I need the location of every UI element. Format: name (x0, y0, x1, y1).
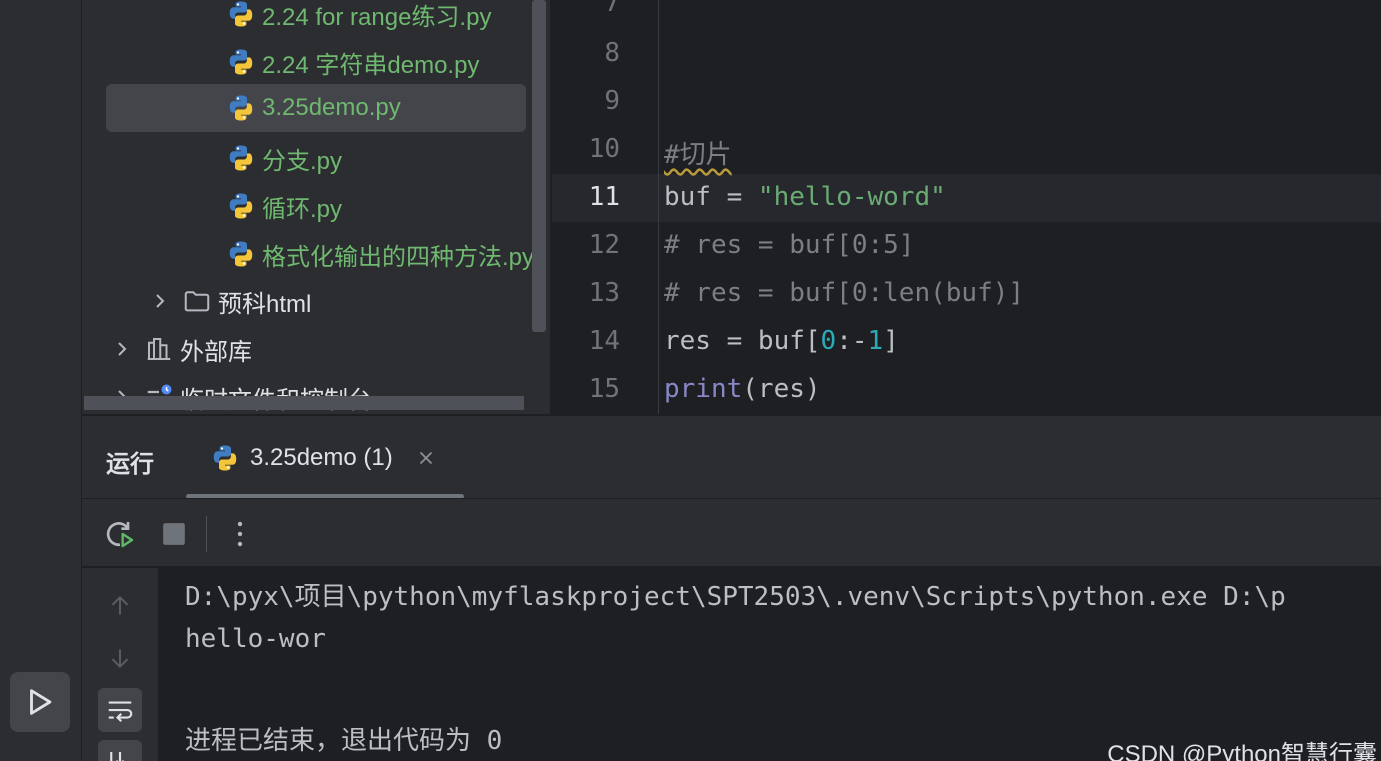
console-exit-line: 进程已结束，退出代码为 0 (185, 726, 503, 756)
code-comment: #切片 (664, 140, 732, 170)
soft-wrap-button[interactable] (98, 688, 142, 732)
python-file-icon (229, 1, 253, 27)
console-side-toolbar (82, 568, 158, 761)
rerun-button[interactable] (100, 514, 140, 554)
scroll-to-end-button[interactable] (98, 740, 142, 761)
code-line-12[interactable]: # res = buf[0:5] (664, 230, 914, 260)
python-file-icon (229, 95, 253, 121)
down-arrow-icon (111, 649, 129, 669)
tree-vertical-scrollbar[interactable] (532, 0, 546, 332)
console-output-line: hello-wor (185, 624, 326, 654)
tree-folder-prep-html[interactable]: 预科html (148, 279, 311, 323)
library-icon (147, 338, 171, 360)
python-file-icon (229, 145, 253, 171)
line-number: 15 (588, 374, 620, 404)
chevron-right-icon[interactable] (148, 289, 172, 313)
run-icon (30, 689, 52, 715)
tree-file-branch[interactable]: 分支.py (226, 136, 342, 180)
stop-icon (163, 523, 185, 545)
code-token: buf = (664, 182, 758, 212)
project-tree: 2.24 for range练习.py 2.24 字符串demo.py 3.25… (82, 0, 550, 414)
python-file-icon (229, 193, 253, 219)
line-number: 9 (604, 86, 620, 116)
line-number: 12 (588, 230, 620, 260)
up-arrow-icon (111, 595, 129, 615)
scroll-down-button[interactable] (98, 636, 142, 680)
tree-file-label: 格式化输出的四种方法.py (262, 243, 535, 271)
line-number: 10 (588, 134, 620, 164)
run-tab[interactable]: 3.25demo (1) (210, 440, 437, 476)
code-token: res = buf[ (664, 326, 821, 356)
line-number: 7 (604, 0, 620, 18)
gutter-separator (658, 0, 659, 414)
stop-button[interactable] (154, 514, 194, 554)
code-line-10[interactable]: #切片 (664, 134, 732, 171)
python-file-icon (213, 445, 237, 471)
line-number: 14 (588, 326, 620, 356)
line-number-current: 11 (588, 182, 620, 212)
python-file-icon (229, 241, 253, 267)
code-editor[interactable]: 7 8 9 10 11 12 13 14 15 #切片 buf = "hello… (550, 0, 1381, 414)
chevron-right-icon[interactable] (110, 337, 134, 361)
tree-file-format-output[interactable]: 格式化输出的四种方法.py (226, 232, 534, 276)
tree-external-libraries[interactable]: 外部库 (110, 327, 252, 371)
scroll-end-icon (110, 752, 124, 761)
tree-external-libraries-label: 外部库 (180, 338, 252, 366)
tree-file-2-24-for-range[interactable]: 2.24 for range练习.py (226, 0, 491, 36)
folder-icon (184, 291, 210, 312)
run-tool-window-button[interactable] (10, 672, 70, 732)
line-number: 8 (604, 38, 620, 68)
code-token: (res) (742, 374, 821, 404)
toolbar-divider (206, 516, 207, 552)
activity-bar (0, 0, 82, 761)
code-token: ] (883, 326, 899, 356)
run-tool-window: 运行 3.25demo (1) D:\pyx\项目\python\myflask… (82, 414, 1381, 761)
code-line-13[interactable]: # res = buf[0:len(buf)] (664, 278, 1024, 308)
code-builtin: print (664, 374, 743, 404)
code-number: 0 (820, 326, 837, 356)
more-icon (237, 521, 243, 547)
scroll-up-button[interactable] (98, 584, 142, 628)
code-token: :- (836, 326, 868, 356)
console-output[interactable]: D:\pyx\项目\python\myflaskproject\SPT2503\… (158, 568, 1381, 761)
line-number: 13 (588, 278, 620, 308)
code-number: 1 (867, 326, 884, 356)
console-command-line: D:\pyx\项目\python\myflaskproject\SPT2503\… (185, 582, 1286, 612)
watermark: CSDN @Python智慧行囊 (1107, 741, 1377, 761)
tree-file-label: 循环.py (262, 195, 343, 223)
run-tab-label: 3.25demo (1) (250, 444, 393, 471)
tree-file-loop[interactable]: 循环.py (226, 184, 342, 228)
tree-file-2-24-string-demo[interactable]: 2.24 字符串demo.py (226, 40, 479, 84)
tree-file-label: 2.24 for range练习.py (262, 3, 492, 31)
code-line-14[interactable]: res = buf[0:-1] (664, 326, 899, 356)
tree-file-label: 2.24 字符串demo.py (262, 51, 480, 79)
python-file-icon (229, 49, 253, 75)
close-icon[interactable] (415, 447, 437, 469)
rerun-icon (106, 522, 134, 548)
tree-folder-label: 预科html (218, 290, 312, 318)
tree-file-3-25-demo[interactable]: 3.25demo.py (226, 86, 401, 130)
run-panel-title: 运行 (106, 451, 154, 478)
tab-separator (82, 498, 1381, 499)
tree-file-label: 3.25demo.py (262, 94, 401, 121)
code-string: "hello-word" (757, 182, 946, 212)
tree-horizontal-scrollbar[interactable] (84, 396, 524, 410)
tree-file-label: 分支.py (262, 147, 343, 175)
code-line-15[interactable]: print(res) (664, 374, 821, 404)
more-actions-button[interactable] (220, 514, 260, 554)
code-line-11[interactable]: buf = "hello-word" (664, 182, 946, 212)
soft-wrap-icon (108, 701, 133, 723)
